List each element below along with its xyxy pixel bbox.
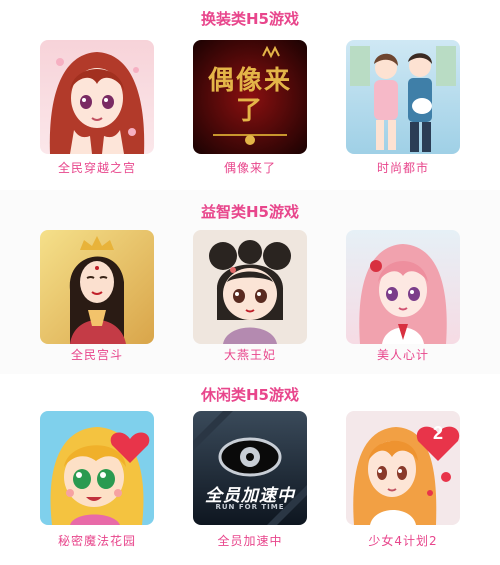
game-label-dayan-wangfei[interactable]: 大燕王妃 [170, 347, 330, 363]
anime-girl-red-hair-icon [40, 40, 154, 154]
game-tile-quanyuan-jiasuzhong[interactable]: 全员加速中 RUN FOR TIME [193, 411, 307, 525]
section-title-casual: 休闲类H5游戏 [201, 386, 299, 404]
badge-number: 2 [432, 423, 443, 443]
pink-hair-girl-icon [346, 230, 460, 344]
palace-lady-icon [40, 230, 154, 344]
game-tile-meiren-xinji[interactable] [346, 230, 460, 344]
idol-cover-title: 偶像来了 [207, 66, 292, 126]
game-tile-shishang-dushi[interactable] [346, 40, 460, 154]
game-label-shaonv-jihua[interactable]: 少女4计划2 [323, 533, 483, 549]
game-label-quanmin-gongdou[interactable]: 全民宫斗 [17, 347, 177, 363]
game-tile-quanmin-gongdou[interactable] [40, 230, 154, 344]
game-tile-dayan-wangfei[interactable] [193, 230, 307, 344]
game-label-ouxiang-laile[interactable]: 偶像来了 [170, 160, 330, 176]
game-tile-mimi-mofa-huayuan[interactable] [40, 411, 154, 525]
cartoon-girl-heart-icon [40, 411, 154, 525]
section-title-dressup: 换装类H5游戏 [201, 10, 299, 28]
game-label-quanmin-chuanyue[interactable]: 全民穿越之宫 [17, 160, 177, 176]
game-tile-quanmin-chuanyue[interactable] [40, 40, 154, 154]
game-label-shishang-dushi[interactable]: 时尚都市 [323, 160, 483, 176]
chibi-princess-icon [193, 230, 307, 344]
game-label-mimi-mofa-huayuan[interactable]: 秘密魔法花园 [17, 533, 177, 549]
game-label-meiren-xinji[interactable]: 美人心计 [323, 347, 483, 363]
run-cover-subtitle: RUN FOR TIME [215, 503, 285, 511]
game-tile-shaonv-jihua[interactable]: 2 [346, 411, 460, 525]
game-label-quanyuan-jiasuzhong[interactable]: 全员加速中 [170, 533, 330, 549]
fashion-couple-icon [346, 40, 460, 154]
game-tile-ouxiang-laile[interactable]: 偶像来了 [193, 40, 307, 154]
section-title-puzzle: 益智类H5游戏 [201, 203, 299, 221]
